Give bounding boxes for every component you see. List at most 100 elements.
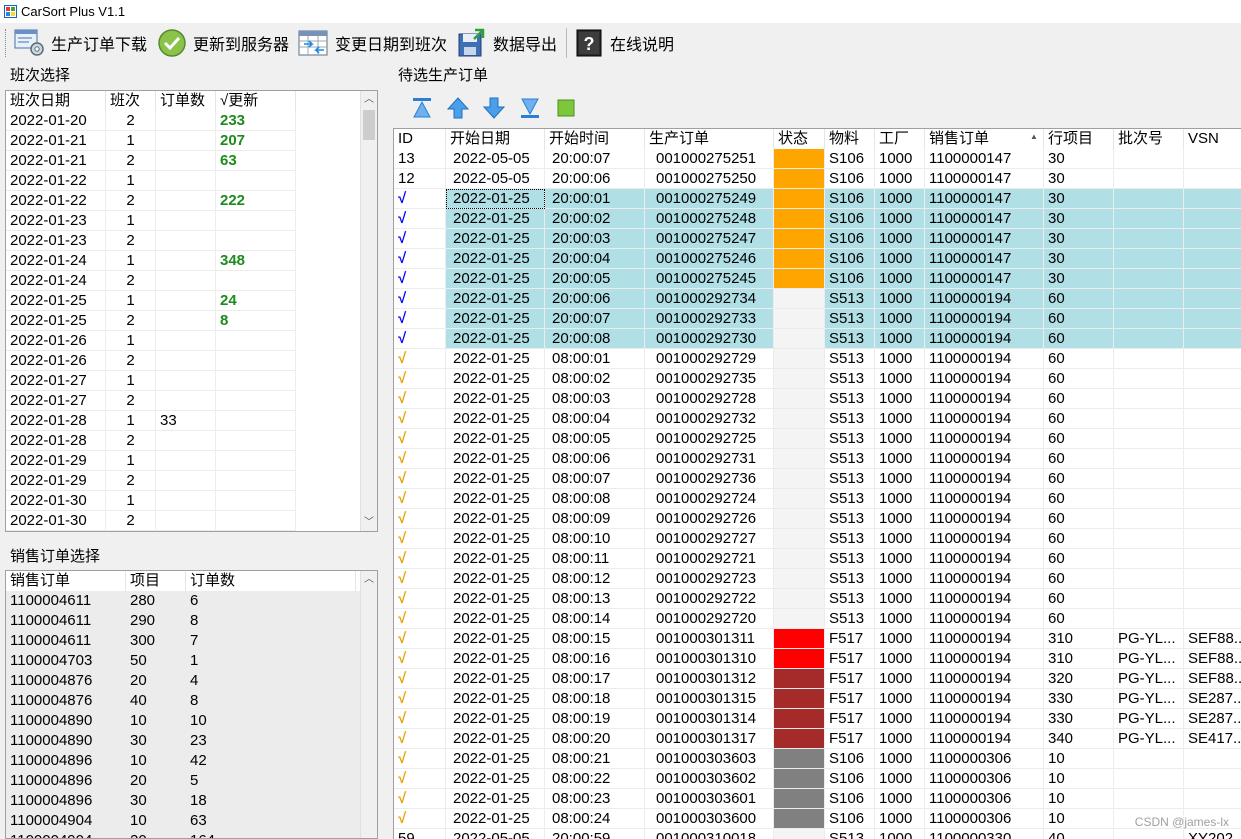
table-row[interactable]: √ 2022-01-25 08:00:24 001000303600 S106 1000 1… [394,809,1241,829]
scroll-thumb[interactable] [363,110,375,140]
table-cell[interactable]: √ [394,509,446,529]
column-header[interactable]: 班次 [106,91,156,111]
column-header[interactable]: 批次号 [1114,129,1184,149]
table-row[interactable]: 2022-01-30 2 [6,511,377,531]
table-row[interactable]: √ 2022-01-25 20:00:03 001000275247 S106 1000 1… [394,229,1241,249]
table-cell[interactable]: √ [394,409,446,429]
table-row[interactable]: √ 2022-01-25 20:00:06 001000292734 S513 1000 1… [394,289,1241,309]
table-row[interactable]: √ 2022-01-25 08:00:06 001000292731 S513 1000 1… [394,449,1241,469]
scroll-up-arrow-icon[interactable]: ︿ [361,571,377,588]
table-cell[interactable]: √ [394,649,446,669]
column-header[interactable]: 生产订单 [645,129,774,149]
shift-grid-scrollbar[interactable]: ︿ ﹀ [360,91,377,531]
table-row[interactable]: 2022-01-25 2 8 [6,311,377,331]
table-cell[interactable]: 12 [394,169,446,189]
scroll-up-arrow-icon[interactable]: ︿ [361,91,377,108]
column-header[interactable]: 班次日期 [6,91,106,111]
table-row[interactable]: √ 2022-01-25 08:00:16 001000301310 F517 1000 1… [394,649,1241,669]
table-cell[interactable]: √ [394,569,446,589]
table-row[interactable]: √ 2022-01-25 08:00:12 001000292723 S513 1000 1… [394,569,1241,589]
column-header[interactable]: VSN [1184,129,1241,149]
table-row[interactable]: √ 2022-01-25 08:00:01 001000292729 S513 1000 1… [394,349,1241,369]
table-row[interactable]: √ 2022-01-25 08:00:13 001000292722 S513 1000 1… [394,589,1241,609]
table-row[interactable]: 2022-01-26 1 [6,331,377,351]
sales-grid[interactable]: 销售订单 项目 订单数 1100004611 280 6 1100004611 290 8 11… [5,570,378,839]
table-row[interactable]: 2022-01-26 2 [6,351,377,371]
table-row[interactable]: 2022-01-22 1 [6,171,377,191]
table-cell[interactable]: √ [394,269,446,289]
table-cell[interactable]: 59 [394,829,446,839]
table-row[interactable]: 1100004890 10 10 [6,711,377,731]
move-up-icon[interactable] [443,93,473,123]
table-cell[interactable]: √ [394,589,446,609]
column-header[interactable]: 开始时间 [545,129,645,149]
table-row[interactable]: 2022-01-28 2 [6,431,377,451]
table-row[interactable]: 13 2022-05-05 20:00:07 001000275251 S106 1000… [394,149,1241,169]
column-header[interactable]: 行项目 [1044,129,1114,149]
table-cell[interactable]: √ [394,489,446,509]
table-cell[interactable]: √ [394,749,446,769]
table-cell[interactable]: √ [394,209,446,229]
table-row[interactable]: √ 2022-01-25 08:00:20 001000301317 F517 1000 1… [394,729,1241,749]
table-row[interactable]: √ 2022-01-25 08:00:04 001000292732 S513 1000 1… [394,409,1241,429]
table-row[interactable]: √ 2022-01-25 08:00:15 001000301311 F517 1000 1… [394,629,1241,649]
table-row[interactable]: √ 2022-01-25 20:00:07 001000292733 S513 1000 1… [394,309,1241,329]
table-row[interactable]: √ 2022-01-25 08:00:10 001000292727 S513 1000 1… [394,529,1241,549]
orders-grid[interactable]: ID 开始日期 开始时间 生产订单 状态 物料 工厂 销售订单 行项目 批次号 VSN ▲ 13 202… [393,128,1241,839]
table-row[interactable]: 1100004896 20 5 [6,771,377,791]
update-server-button[interactable]: 更新到服务器 [155,25,289,61]
column-header[interactable]: 物料 [825,129,875,149]
table-cell[interactable]: √ [394,809,446,829]
move-top-icon[interactable] [407,93,437,123]
move-down-icon[interactable] [479,93,509,123]
table-row[interactable]: 1100004611 290 8 [6,611,377,631]
table-row[interactable]: 1100004876 20 4 [6,671,377,691]
table-cell[interactable]: √ [394,709,446,729]
table-cell[interactable]: 13 [394,149,446,169]
column-header[interactable]: 工厂 [875,129,925,149]
table-row[interactable]: 110000490420164 [6,831,377,838]
table-row[interactable]: 2022-01-30 1 [6,491,377,511]
table-row[interactable]: 2022-01-27 2 [6,391,377,411]
table-row[interactable]: 2022-01-24 2 [6,271,377,291]
table-cell[interactable]: √ [394,769,446,789]
download-orders-button[interactable]: 生产订单下载 [13,25,147,61]
table-row[interactable]: √ 2022-01-25 08:00:05 001000292725 S513 1000 1… [394,429,1241,449]
table-row[interactable]: √ 2022-01-25 08:00:07 001000292736 S513 1000 1… [394,469,1241,489]
table-row[interactable]: 1100004904 10 63 [6,811,377,831]
toolbar-grip[interactable] [5,29,8,57]
column-header[interactable]: 项目 [126,571,186,591]
table-row[interactable]: 2022-01-25 1 24 [6,291,377,311]
table-row[interactable]: √ 2022-01-25 20:00:01 001000275249 S106 1000 1… [394,189,1241,209]
table-row[interactable]: √ 2022-01-25 08:00:08 001000292724 S513 1000 1… [394,489,1241,509]
export-data-button[interactable]: 数据导出 [455,25,557,61]
table-row[interactable]: 1100004890 30 23 [6,731,377,751]
table-row[interactable]: 2022-01-24 1 348 [6,251,377,271]
table-row[interactable]: √ 2022-01-25 08:00:17 001000301312 F517 1000 1… [394,669,1241,689]
table-cell[interactable]: √ [394,629,446,649]
column-header[interactable]: 订单数 [156,91,216,111]
column-header[interactable]: 订单数 [186,571,356,591]
table-cell[interactable]: √ [394,289,446,309]
table-row[interactable]: √ 2022-01-25 08:00:11 001000292721 S513 1000 1… [394,549,1241,569]
table-row[interactable]: √ 2022-01-25 08:00:18 001000301315 F517 1000 1… [394,689,1241,709]
table-row[interactable]: 1100004611 280 6 [6,591,377,611]
table-row[interactable]: 1100004896 30 18 [6,791,377,811]
table-cell[interactable]: √ [394,389,446,409]
table-row[interactable]: √ 2022-01-25 08:00:19 001000301314 F517 1000 1… [394,709,1241,729]
table-row[interactable]: 2022-01-23 1 [6,211,377,231]
table-row[interactable]: √ 2022-01-25 20:00:08 001000292730 S513 1000 1… [394,329,1241,349]
table-cell[interactable]: √ [394,669,446,689]
table-cell[interactable]: √ [394,529,446,549]
table-row[interactable]: 2022-01-23 2 [6,231,377,251]
table-row[interactable]: √ 2022-01-25 20:00:02 001000275248 S106 1000 1… [394,209,1241,229]
column-header[interactable]: ID [394,129,446,149]
table-row[interactable]: √ 2022-01-25 20:00:05 001000275245 S106 1000 1… [394,269,1241,289]
table-row[interactable]: √ 2022-01-25 08:00:09 001000292726 S513 1000 1… [394,509,1241,529]
online-help-button[interactable]: ? 在线说明 [572,25,674,61]
table-row[interactable]: √ 2022-01-25 08:00:22 001000303602 S106 1000 1… [394,769,1241,789]
stop-icon[interactable] [551,93,581,123]
table-row[interactable]: 12 2022-05-05 20:00:06 001000275250 S106 1000… [394,169,1241,189]
column-header[interactable]: 销售订单 [925,129,1044,149]
scroll-down-arrow-icon[interactable]: ﹀ [361,514,377,531]
